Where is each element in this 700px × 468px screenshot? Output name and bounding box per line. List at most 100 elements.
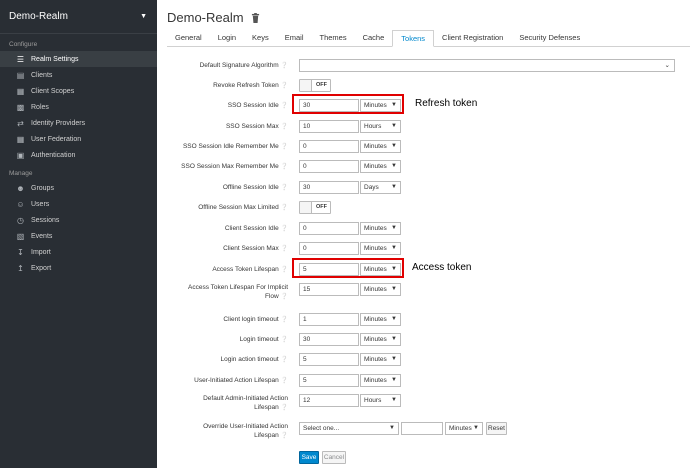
chevron-down-icon: ▼ [391, 143, 397, 149]
help-icon: ❔ [280, 185, 288, 191]
tab-login[interactable]: Login [210, 30, 244, 47]
login-action-timeout-input[interactable]: 5 [299, 353, 359, 366]
sidebar-item-import[interactable]: ↧ Import [0, 244, 157, 260]
realm-name: Demo-Realm [9, 11, 68, 22]
client-max-label: Client Session Max ❔ [223, 245, 288, 252]
client-idle-input[interactable]: 0 [299, 222, 359, 235]
chevron-down-icon: ▼ [391, 245, 397, 251]
help-icon: ❔ [280, 83, 288, 89]
login-action-timeout-unit-select[interactable]: Minutes ▼ [360, 353, 401, 366]
manage-section-label: Manage [9, 170, 33, 177]
client-login-timeout-input[interactable]: 1 [299, 313, 359, 326]
offline-idle-unit-select[interactable]: Days ▼ [360, 181, 401, 194]
tab-tokens[interactable]: Tokens [392, 30, 435, 47]
users-icon: ☻ [16, 183, 25, 193]
sidebar-item-sessions[interactable]: ◷ Sessions [0, 212, 157, 228]
user-icon: ☺ [16, 199, 25, 209]
user-action-lifespan-label: User-Initiated Action Lifespan ❔ [194, 377, 288, 384]
exchange-icon: ⇄ [17, 118, 24, 128]
sidebar-item-label: Import [31, 248, 51, 256]
sidebar-item-users[interactable]: ☺ Users [0, 196, 157, 212]
chevron-down-icon: ▼ [391, 316, 397, 322]
help-icon: ❔ [280, 317, 288, 323]
sidebar-item-groups[interactable]: ☻ Groups [0, 180, 157, 196]
tab-themes[interactable]: Themes [312, 30, 355, 47]
sidebar-item-identity-providers[interactable]: ⇄ Identity Providers [0, 115, 157, 131]
sidebar-item-realm-settings[interactable]: ☰ Realm Settings [0, 51, 157, 67]
client-max-input[interactable]: 0 [299, 242, 359, 255]
login-timeout-input[interactable]: 30 [299, 333, 359, 346]
login-action-timeout-label: Login action timeout ❔ [220, 356, 288, 363]
sidebar-item-client-scopes[interactable]: ▦ Client Scopes [0, 83, 157, 99]
sidebar-item-label: Events [31, 232, 53, 240]
sidebar-item-clients[interactable]: ▤ Clients [0, 67, 157, 83]
sidebar-item-export[interactable]: ↥ Export [0, 260, 157, 276]
cancel-button[interactable]: Cancel [322, 451, 346, 464]
cube-icon: ▤ [16, 70, 25, 80]
roles-icon: ▩ [16, 102, 25, 112]
default-signature-algorithm-select[interactable]: ⌄ [299, 59, 675, 72]
tab-general[interactable]: General [167, 30, 210, 47]
help-icon: ❔ [280, 378, 288, 384]
override-client-select[interactable]: Select one... ▼ [299, 422, 399, 435]
sso-session-max-unit-select[interactable]: Hours ▼ [360, 120, 401, 133]
sidebar-item-events[interactable]: ▧ Events [0, 228, 157, 244]
export-icon: ↥ [17, 263, 24, 273]
user-action-lifespan-input[interactable]: 5 [299, 374, 359, 387]
sso-session-max-input[interactable]: 10 [299, 120, 359, 133]
client-login-timeout-label: Client login timeout ❔ [223, 316, 288, 323]
admin-action-lifespan-input[interactable]: 12 [299, 394, 359, 407]
sidebar-item-authentication[interactable]: ▣ Authentication [0, 147, 157, 163]
sidebar-item-user-federation[interactable]: ▦ User Federation [0, 131, 157, 147]
tab-email[interactable]: Email [277, 30, 312, 47]
user-action-lifespan-unit-select[interactable]: Minutes ▼ [360, 374, 401, 387]
sidebar-item-label: Users [31, 200, 50, 208]
offline-max-limited-toggle[interactable]: OFF [299, 201, 331, 214]
save-button[interactable]: Save [299, 451, 319, 464]
chevron-down-icon: ▼ [473, 425, 479, 431]
client-idle-label: Client Session Idle ❔ [224, 225, 288, 232]
admin-action-lifespan-unit-select[interactable]: Hours ▼ [360, 394, 401, 407]
sso-max-remember-label: SSO Session Max Remember Me ❔ [181, 163, 288, 170]
sso-session-max-label: SSO Session Max ❔ [225, 123, 288, 130]
help-icon: ❔ [280, 226, 288, 232]
sidebar: Demo-Realm ▼ Configure ☰ Realm Settings ▤ C… [0, 0, 157, 468]
tab-cache[interactable]: Cache [355, 30, 393, 47]
reset-button[interactable]: Reset [486, 422, 507, 435]
sidebar-item-label: Clients [31, 71, 53, 79]
sso-max-remember-input[interactable]: 0 [299, 160, 359, 173]
tab-keys[interactable]: Keys [244, 30, 277, 47]
access-implicit-input[interactable]: 15 [299, 283, 359, 296]
help-icon: ❔ [280, 433, 288, 439]
calendar-icon: ▧ [16, 231, 25, 241]
help-icon: ❔ [280, 337, 288, 343]
revoke-refresh-token-toggle[interactable]: OFF [299, 79, 331, 92]
sso-idle-remember-input[interactable]: 0 [299, 140, 359, 153]
sidebar-item-label: Roles [31, 103, 49, 111]
trash-icon[interactable] [251, 12, 260, 23]
sso-max-remember-unit-select[interactable]: Minutes ▼ [360, 160, 401, 173]
sidebar-item-label: Identity Providers [31, 119, 86, 127]
login-timeout-unit-select[interactable]: Minutes ▼ [360, 333, 401, 346]
offline-max-limited-label: Offline Session Max Limited ❔ [198, 204, 288, 211]
access-implicit-unit-select[interactable]: Minutes ▼ [360, 283, 401, 296]
access-token-highlight [292, 258, 404, 278]
login-timeout-label: Login timeout ❔ [239, 336, 288, 343]
help-icon: ❔ [280, 124, 288, 130]
sso-idle-remember-unit-select[interactable]: Minutes ▼ [360, 140, 401, 153]
sidebar-item-roles[interactable]: ▩ Roles [0, 99, 157, 115]
override-value-input[interactable] [401, 422, 443, 435]
override-unit-select[interactable]: Minutes ▼ [445, 422, 483, 435]
chevron-down-icon: ▼ [391, 184, 397, 190]
offline-idle-input[interactable]: 30 [299, 181, 359, 194]
main-content: Demo-Realm General Login Keys Email Themes Ca… [157, 0, 700, 468]
client-login-timeout-unit-select[interactable]: Minutes ▼ [360, 313, 401, 326]
realm-selector[interactable]: Demo-Realm ▼ [0, 0, 157, 34]
help-icon: ❔ [280, 205, 288, 211]
database-icon: ▦ [16, 134, 25, 144]
client-max-unit-select[interactable]: Minutes ▼ [360, 242, 401, 255]
tab-client-registration[interactable]: Client Registration [434, 30, 511, 47]
client-idle-unit-select[interactable]: Minutes ▼ [360, 222, 401, 235]
tab-security-defenses[interactable]: Security Defenses [511, 30, 588, 47]
chevron-down-icon: ▼ [391, 397, 397, 403]
